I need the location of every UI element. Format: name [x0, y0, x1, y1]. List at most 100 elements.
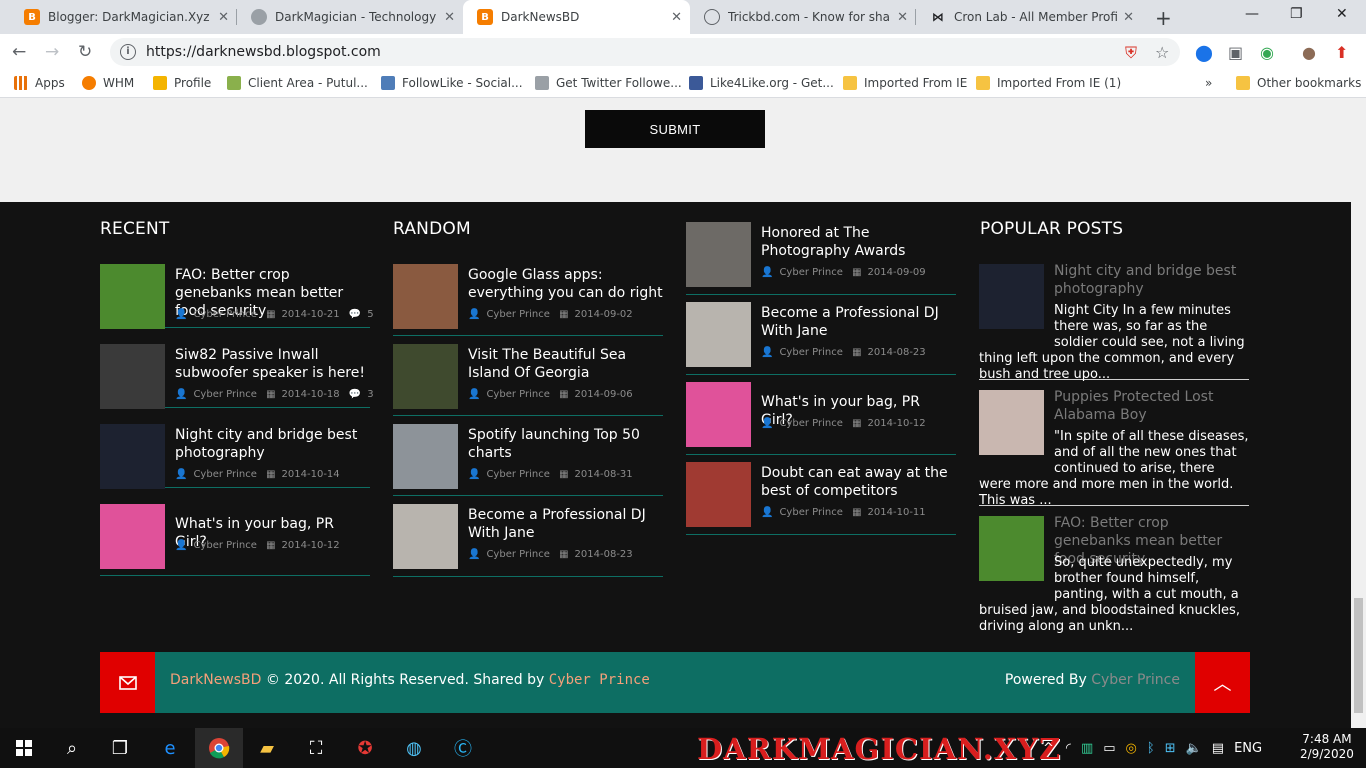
bluetooth-icon[interactable]: ᛒ: [1147, 741, 1155, 756]
language-indicator[interactable]: ENG: [1234, 741, 1262, 756]
post-thumbnail[interactable]: [393, 264, 458, 329]
store-icon[interactable]: ⛶: [292, 728, 340, 768]
close-icon[interactable]: ✕: [444, 10, 455, 25]
bookmark-other[interactable]: Other bookmarks: [1236, 76, 1361, 90]
chrome-tray-icon[interactable]: ◎: [1126, 741, 1137, 756]
post-thumbnail[interactable]: [686, 302, 751, 367]
tab-blogger[interactable]: B Blogger: DarkMagician.Xyz - Cr ✕: [10, 0, 237, 34]
post-thumbnail[interactable]: [393, 424, 458, 489]
post-thumbnail[interactable]: [686, 222, 751, 287]
recent-post[interactable]: FAO: Better crop genebanks mean better f…: [100, 264, 374, 329]
address-bar[interactable]: i https://darknewsbd.blogspot.com: [110, 38, 1180, 66]
post-title[interactable]: Puppies Protected Lost Alabama Boy: [1054, 388, 1249, 424]
back-to-top-button[interactable]: ︿: [1195, 652, 1250, 713]
url-text[interactable]: https://darknewsbd.blogspot.com: [146, 44, 381, 60]
bookmarks-overflow[interactable]: »: [1205, 76, 1212, 90]
popular-post[interactable]: Puppies Protected Lost Alabama Boy "In s…: [979, 388, 1249, 508]
avatar[interactable]: ●: [1302, 43, 1316, 62]
windows-start-icon[interactable]: [0, 728, 48, 768]
bookmark-whm[interactable]: WHM: [82, 76, 134, 90]
notification-icon[interactable]: ▤: [1212, 741, 1224, 756]
popular-post[interactable]: Night city and bridge best photography N…: [979, 263, 1249, 382]
info-icon[interactable]: i: [120, 44, 136, 60]
random-post[interactable]: Become a Professional DJ With Jane 👤 Cybe…: [393, 504, 663, 577]
random-post[interactable]: Doubt can eat away at the best of compet…: [686, 462, 956, 535]
close-icon[interactable]: ✕: [671, 10, 682, 25]
random-post[interactable]: Honored at The Photography Awards 👤 Cyber…: [686, 222, 956, 295]
post-thumbnail[interactable]: [100, 344, 165, 409]
bookmark-like4like[interactable]: Like4Like.org - Get...: [689, 76, 834, 90]
post-title[interactable]: Google Glass apps: everything you can do…: [468, 266, 663, 302]
post-thumbnail[interactable]: [100, 424, 165, 489]
update-icon[interactable]: ⬆: [1335, 43, 1348, 62]
recent-post[interactable]: Night city and bridge best photography 👤…: [100, 424, 370, 489]
footer-brand-link[interactable]: DarkNewsBD: [170, 672, 261, 688]
volume-icon[interactable]: 🔈: [1186, 741, 1202, 756]
post-title[interactable]: Become a Professional DJ With Jane: [761, 304, 956, 340]
random-post[interactable]: Spotify launching Top 50 charts 👤 Cyber P…: [393, 424, 663, 496]
recent-post[interactable]: Siw82 Passive Inwall subwoofer speaker i…: [100, 344, 374, 409]
bookmark-apps[interactable]: Apps: [14, 76, 65, 90]
bookmark-folder-ie[interactable]: Imported From IE: [843, 76, 967, 90]
bookmark-client-area[interactable]: Client Area - Putul...: [227, 76, 368, 90]
system-clock[interactable]: 7:48 AM 2/9/2020: [1300, 732, 1354, 762]
app-icon[interactable]: ✪: [341, 728, 389, 768]
post-title[interactable]: Doubt can eat away at the best of compet…: [761, 464, 956, 500]
bookmark-folder-ie-1[interactable]: Imported From IE (1): [976, 76, 1121, 90]
close-window-button[interactable]: ✕: [1336, 6, 1348, 22]
app-icon[interactable]: ◍: [390, 728, 438, 768]
new-tab-button[interactable]: +: [1155, 6, 1172, 30]
screenshot-icon[interactable]: ▣: [1228, 43, 1243, 62]
extension-icon[interactable]: ⬤: [1195, 43, 1213, 62]
wifi-icon[interactable]: ◜: [1066, 741, 1071, 756]
popular-post[interactable]: FAO: Better crop genebanks mean better f…: [979, 515, 1249, 640]
app-icon[interactable]: Ⓒ: [439, 728, 487, 768]
maximize-button[interactable]: ❐: [1290, 6, 1303, 22]
task-view-icon[interactable]: ❐: [96, 728, 144, 768]
star-icon[interactable]: ☆: [1155, 43, 1169, 62]
random-post[interactable]: What's in your bag, PR Girl? 👤 Cyber Prin…: [686, 382, 956, 455]
bookmark-followlike[interactable]: FollowLike - Social...: [381, 76, 523, 90]
post-title[interactable]: Become a Professional DJ With Jane: [468, 506, 663, 542]
bookmark-profile[interactable]: Profile: [153, 76, 211, 90]
network-icon[interactable]: ⊞: [1165, 741, 1176, 756]
recent-post[interactable]: What's in your bag, PR Girl? 👤 Cyber Prin…: [100, 504, 370, 576]
forward-icon[interactable]: →: [45, 42, 59, 62]
back-icon[interactable]: ←: [12, 42, 26, 62]
post-thumbnail[interactable]: [686, 462, 751, 527]
close-icon[interactable]: ✕: [1123, 10, 1134, 25]
mail-button[interactable]: [100, 652, 155, 713]
post-thumbnail[interactable]: [100, 504, 165, 569]
powered-by-link[interactable]: Cyber Prince: [1091, 672, 1180, 688]
edge-icon[interactable]: e: [146, 728, 194, 768]
post-title[interactable]: Night city and bridge best photography: [175, 426, 370, 462]
file-explorer-icon[interactable]: ▰: [243, 728, 291, 768]
post-title[interactable]: Siw82 Passive Inwall subwoofer speaker i…: [175, 346, 370, 382]
tab-darkmagician[interactable]: DarkMagician - Technology Fo ✕: [237, 0, 463, 34]
close-icon[interactable]: ✕: [897, 10, 908, 25]
random-post[interactable]: Google Glass apps: everything you can do…: [393, 264, 663, 336]
post-title[interactable]: Visit The Beautiful Sea Island Of Georgi…: [468, 346, 663, 382]
shield-icon[interactable]: ⛨: [1125, 43, 1137, 63]
post-thumbnail[interactable]: [393, 344, 458, 409]
close-icon[interactable]: ✕: [218, 10, 229, 25]
post-title[interactable]: Honored at The Photography Awards: [761, 224, 956, 260]
page-scrollbar[interactable]: [1351, 98, 1366, 728]
scrollbar-thumb[interactable]: [1354, 598, 1363, 713]
search-icon[interactable]: ⌕: [48, 728, 96, 768]
random-post[interactable]: Become a Professional DJ With Jane 👤 Cybe…: [686, 302, 956, 375]
bookmark-twitter-followers[interactable]: Get Twitter Followe...: [535, 76, 682, 90]
tab-cronlab[interactable]: ⋈ Cron Lab - All Member Profile ✕: [916, 0, 1142, 34]
chevron-up-icon[interactable]: ^: [1043, 741, 1054, 756]
tab-trickbd[interactable]: Trickbd.com - Know for sharing ✕: [690, 0, 916, 34]
chrome-icon[interactable]: [195, 728, 243, 768]
reload-icon[interactable]: ↻: [78, 42, 92, 62]
minimize-button[interactable]: —: [1245, 6, 1259, 22]
tab-darknewsbd[interactable]: B DarkNewsBD ✕: [463, 0, 690, 34]
globe-extension-icon[interactable]: ◉: [1260, 43, 1274, 62]
shared-by-link[interactable]: Cyber Prince: [549, 672, 650, 688]
submit-button[interactable]: SUBMIT: [585, 110, 765, 148]
post-thumbnail[interactable]: [100, 264, 165, 329]
battery-icon[interactable]: ▭: [1103, 741, 1115, 756]
post-thumbnail[interactable]: [686, 382, 751, 447]
